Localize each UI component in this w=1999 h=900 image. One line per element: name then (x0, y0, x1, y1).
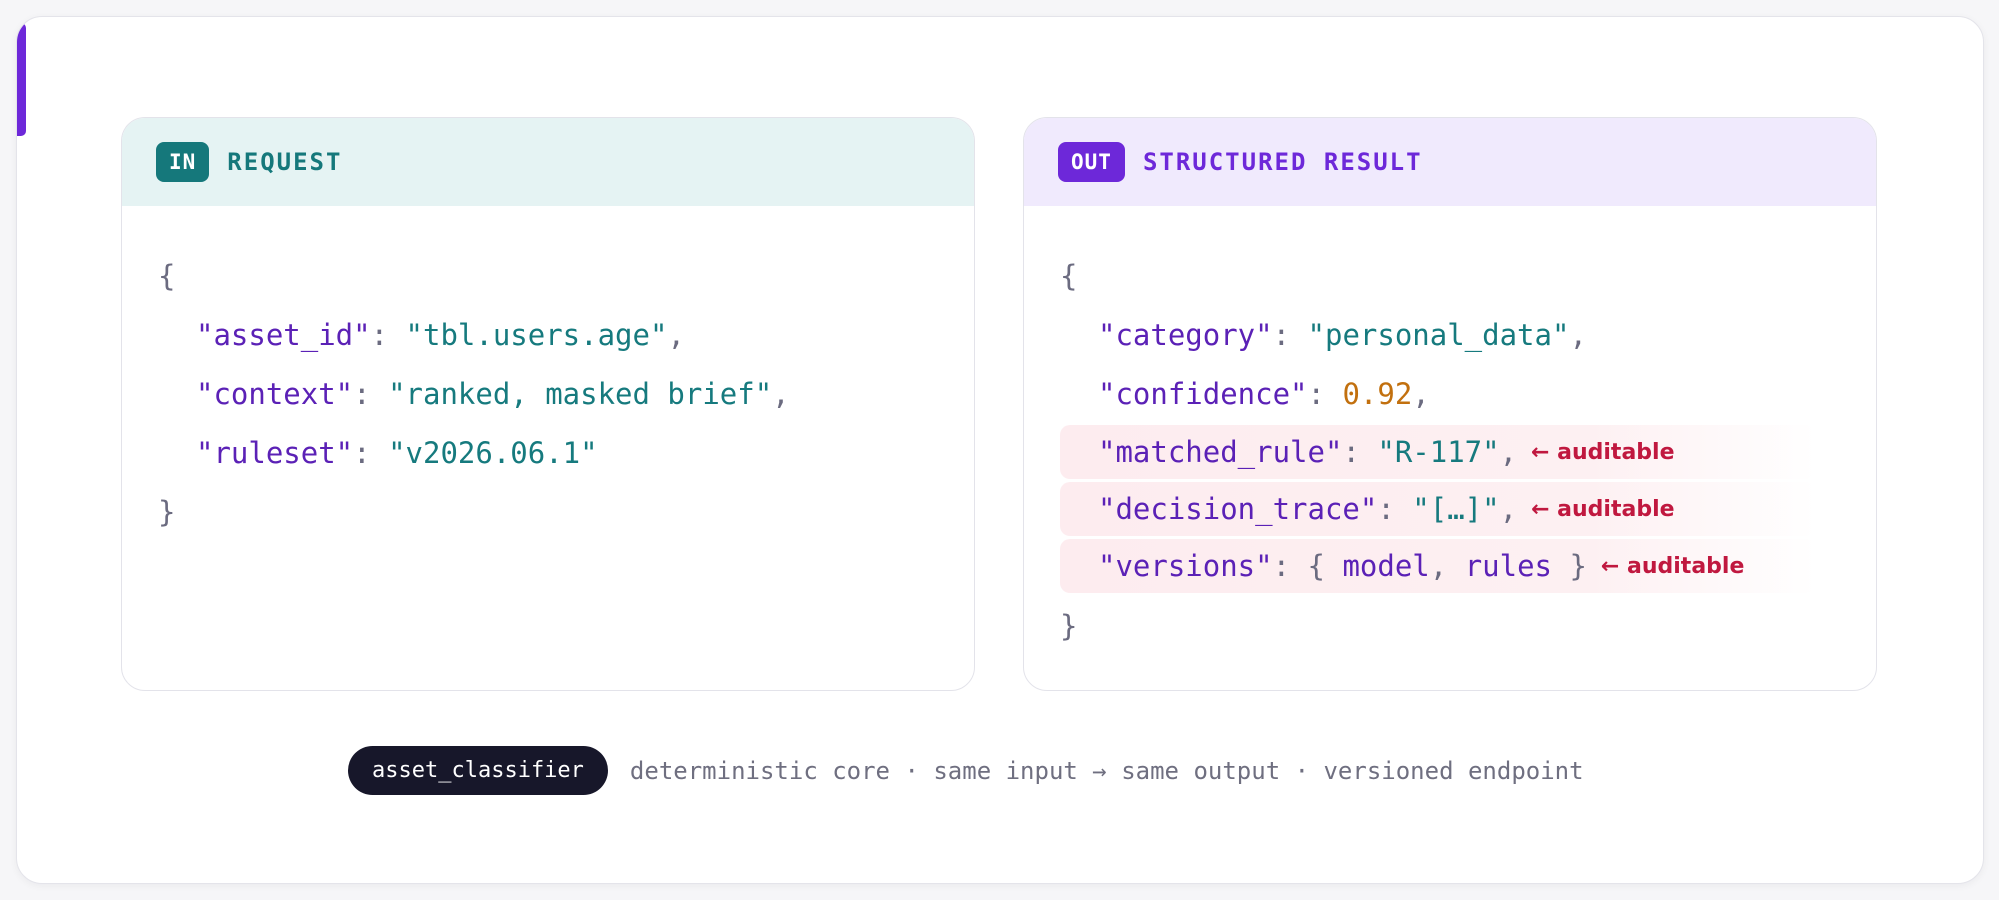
out-badge: OUT (1058, 142, 1125, 182)
request-line-ruleset: "ruleset": "v2026.06.1" (122, 423, 974, 482)
json-key: "versions" (1098, 549, 1273, 583)
json-sep: : (1307, 376, 1343, 411)
json-key: "category" (1098, 317, 1273, 352)
json-value: "ranked, masked brief" (388, 376, 773, 411)
json-comma: , (1569, 317, 1587, 352)
json-sep: : (1272, 317, 1308, 352)
json-sep: : (353, 376, 389, 411)
json-value: "v2026.06.1" (388, 435, 598, 470)
json-sep: : (370, 317, 406, 352)
footer-caption: deterministic core · same input → same o… (629, 756, 1584, 785)
json-sep: : (1272, 549, 1308, 583)
json-sep: : (1342, 435, 1378, 469)
result-title: STRUCTURED RESULT (1142, 148, 1423, 176)
result-code: { "category": "personal_data", "confiden… (1024, 206, 1876, 655)
json-comma: , (1499, 435, 1518, 469)
json-obj-field: model (1342, 549, 1430, 583)
json-value: "tbl.users.age" (405, 317, 668, 352)
json-comma: , (667, 317, 685, 352)
result-panel: OUT STRUCTURED RESULT { "category": "per… (1023, 117, 1877, 691)
accent-bar (17, 23, 26, 136)
json-key: "confidence" (1098, 376, 1308, 411)
request-code: { "asset_id": "tbl.users.age", "context"… (122, 206, 974, 541)
auditable-note: ← auditable (1531, 496, 1675, 522)
open-brace: { (1060, 258, 1078, 293)
request-header: IN REQUEST (122, 118, 974, 206)
open-brace: { (158, 258, 176, 293)
json-obj-close: } (1552, 549, 1587, 583)
classifier-pill: asset_classifier (348, 746, 608, 795)
json-obj-open: { (1307, 549, 1343, 583)
in-badge: IN (156, 142, 210, 182)
json-comma: , (1429, 549, 1465, 583)
json-sep: : (353, 435, 389, 470)
json-value: "personal_data" (1307, 317, 1570, 352)
json-comma: , (1499, 492, 1518, 526)
json-key: "ruleset" (196, 435, 354, 470)
request-panel: IN REQUEST { "asset_id": "tbl.users.age"… (121, 117, 975, 691)
result-line-decision-trace: "decision_trace": "[…]", ← auditable (1060, 482, 1816, 536)
result-line-category: "category": "personal_data", (1024, 305, 1876, 364)
json-sep: : (1377, 492, 1413, 526)
request-title: REQUEST (227, 148, 343, 176)
json-number: 0.92 (1342, 376, 1413, 411)
result-line-matched-rule: "matched_rule": "R-117", ← auditable (1060, 425, 1816, 479)
json-key: "context" (196, 376, 354, 411)
result-header: OUT STRUCTURED RESULT (1024, 118, 1876, 206)
footer: asset_classifier deterministic core · sa… (348, 746, 1584, 795)
json-value: "R-117" (1377, 435, 1500, 469)
json-key: "decision_trace" (1098, 492, 1378, 526)
request-line-asset-id: "asset_id": "tbl.users.age", (122, 305, 974, 364)
json-key: "matched_rule" (1098, 435, 1343, 469)
close-brace: } (1060, 608, 1078, 643)
request-line-context: "context": "ranked, masked brief", (122, 364, 974, 423)
json-comma: , (1412, 376, 1430, 411)
result-line-confidence: "confidence": 0.92, (1024, 364, 1876, 423)
json-comma: , (772, 376, 790, 411)
result-line-versions: "versions": { model, rules } ← auditable (1060, 539, 1816, 593)
json-value: "[…]" (1412, 492, 1500, 526)
json-key: "asset_id" (196, 317, 371, 352)
auditable-note: ← auditable (1600, 553, 1745, 579)
auditable-note: ← auditable (1531, 439, 1675, 465)
json-obj-field: rules (1464, 549, 1552, 583)
diagram-card: IN REQUEST { "asset_id": "tbl.users.age"… (16, 16, 1984, 884)
close-brace: } (158, 494, 176, 529)
